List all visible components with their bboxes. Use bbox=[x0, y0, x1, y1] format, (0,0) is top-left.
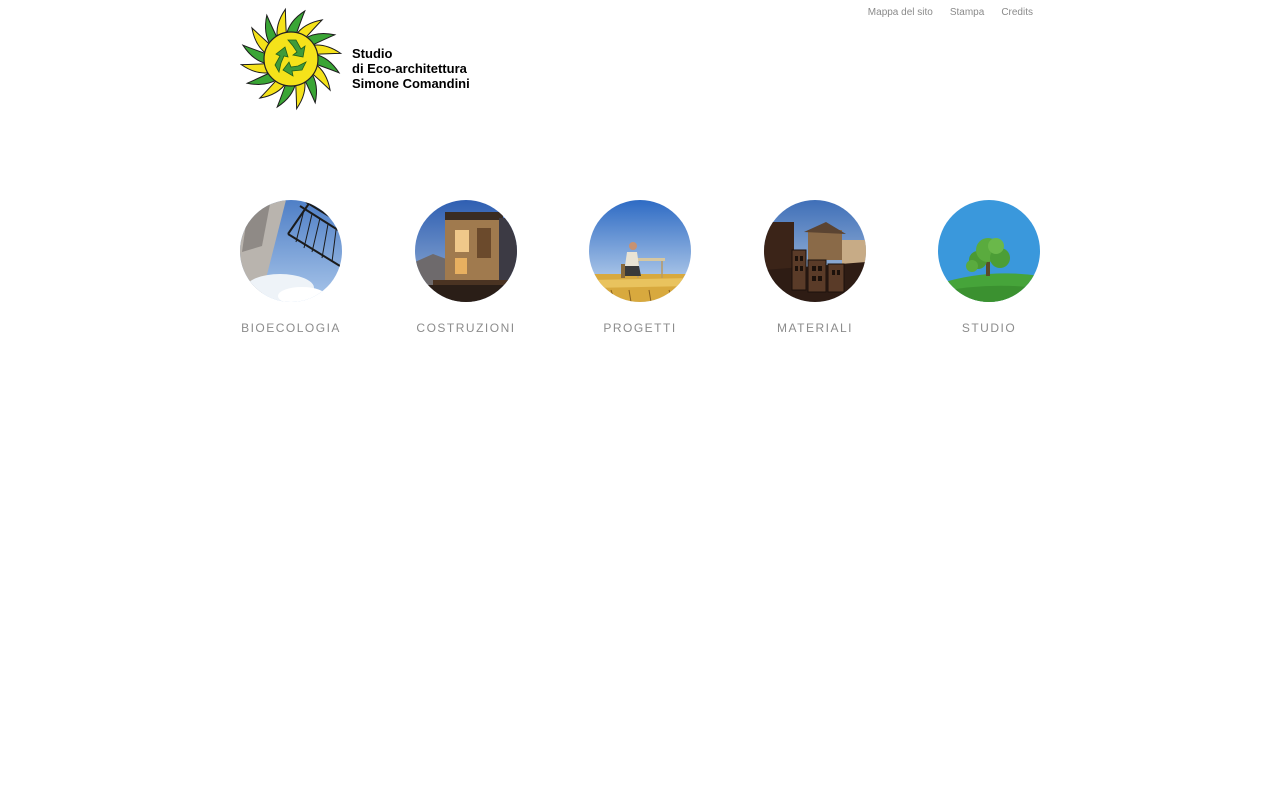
brand-line-3: Simone Comandini bbox=[352, 76, 470, 91]
recycling-sun-logo-icon bbox=[240, 7, 343, 111]
nav-item-materiali[interactable]: MATERIALI bbox=[755, 200, 875, 335]
brand-line-2: di Eco-architettura bbox=[352, 61, 467, 76]
sitemap-link[interactable]: Mappa del sito bbox=[868, 7, 933, 18]
credits-link[interactable]: Credits bbox=[1001, 7, 1033, 18]
nav-label-materiali: MATERIALI bbox=[777, 321, 853, 335]
page: Studio di Eco-architettura Simone Comand… bbox=[240, 0, 1040, 800]
brand-line-1: Studio bbox=[352, 46, 393, 61]
bricks-photo bbox=[764, 200, 866, 302]
nav-label-bioecologia: BIOECOLOGIA bbox=[241, 321, 341, 335]
desk-in-field-photo bbox=[589, 200, 691, 302]
wooden-house-photo bbox=[415, 200, 517, 302]
tree-on-hill-photo bbox=[938, 200, 1040, 302]
nav-label-studio: STUDIO bbox=[961, 321, 1017, 335]
windmill-photo bbox=[240, 200, 342, 302]
brand-name: Studio di Eco-architettura Simone Comand… bbox=[352, 46, 470, 91]
nav-label-costruzioni: COSTRUZIONI bbox=[416, 321, 516, 335]
print-link[interactable]: Stampa bbox=[950, 7, 984, 18]
nav-item-costruzioni[interactable]: COSTRUZIONI bbox=[406, 200, 526, 335]
nav-item-studio[interactable]: STUDIO bbox=[929, 200, 1049, 335]
nav-item-bioecologia[interactable]: BIOECOLOGIA bbox=[231, 200, 351, 335]
main-navigation: BIOECOLOGIA COSTRUZIONI PROGETTI MATERIA… bbox=[240, 200, 1040, 340]
site-logo-link[interactable]: Studio di Eco-architettura Simone Comand… bbox=[240, 6, 480, 114]
nav-label-progetti: PROGETTI bbox=[603, 321, 677, 335]
nav-item-progetti[interactable]: PROGETTI bbox=[580, 200, 700, 335]
utility-links: Mappa del sito Stampa Credits bbox=[868, 7, 1033, 18]
